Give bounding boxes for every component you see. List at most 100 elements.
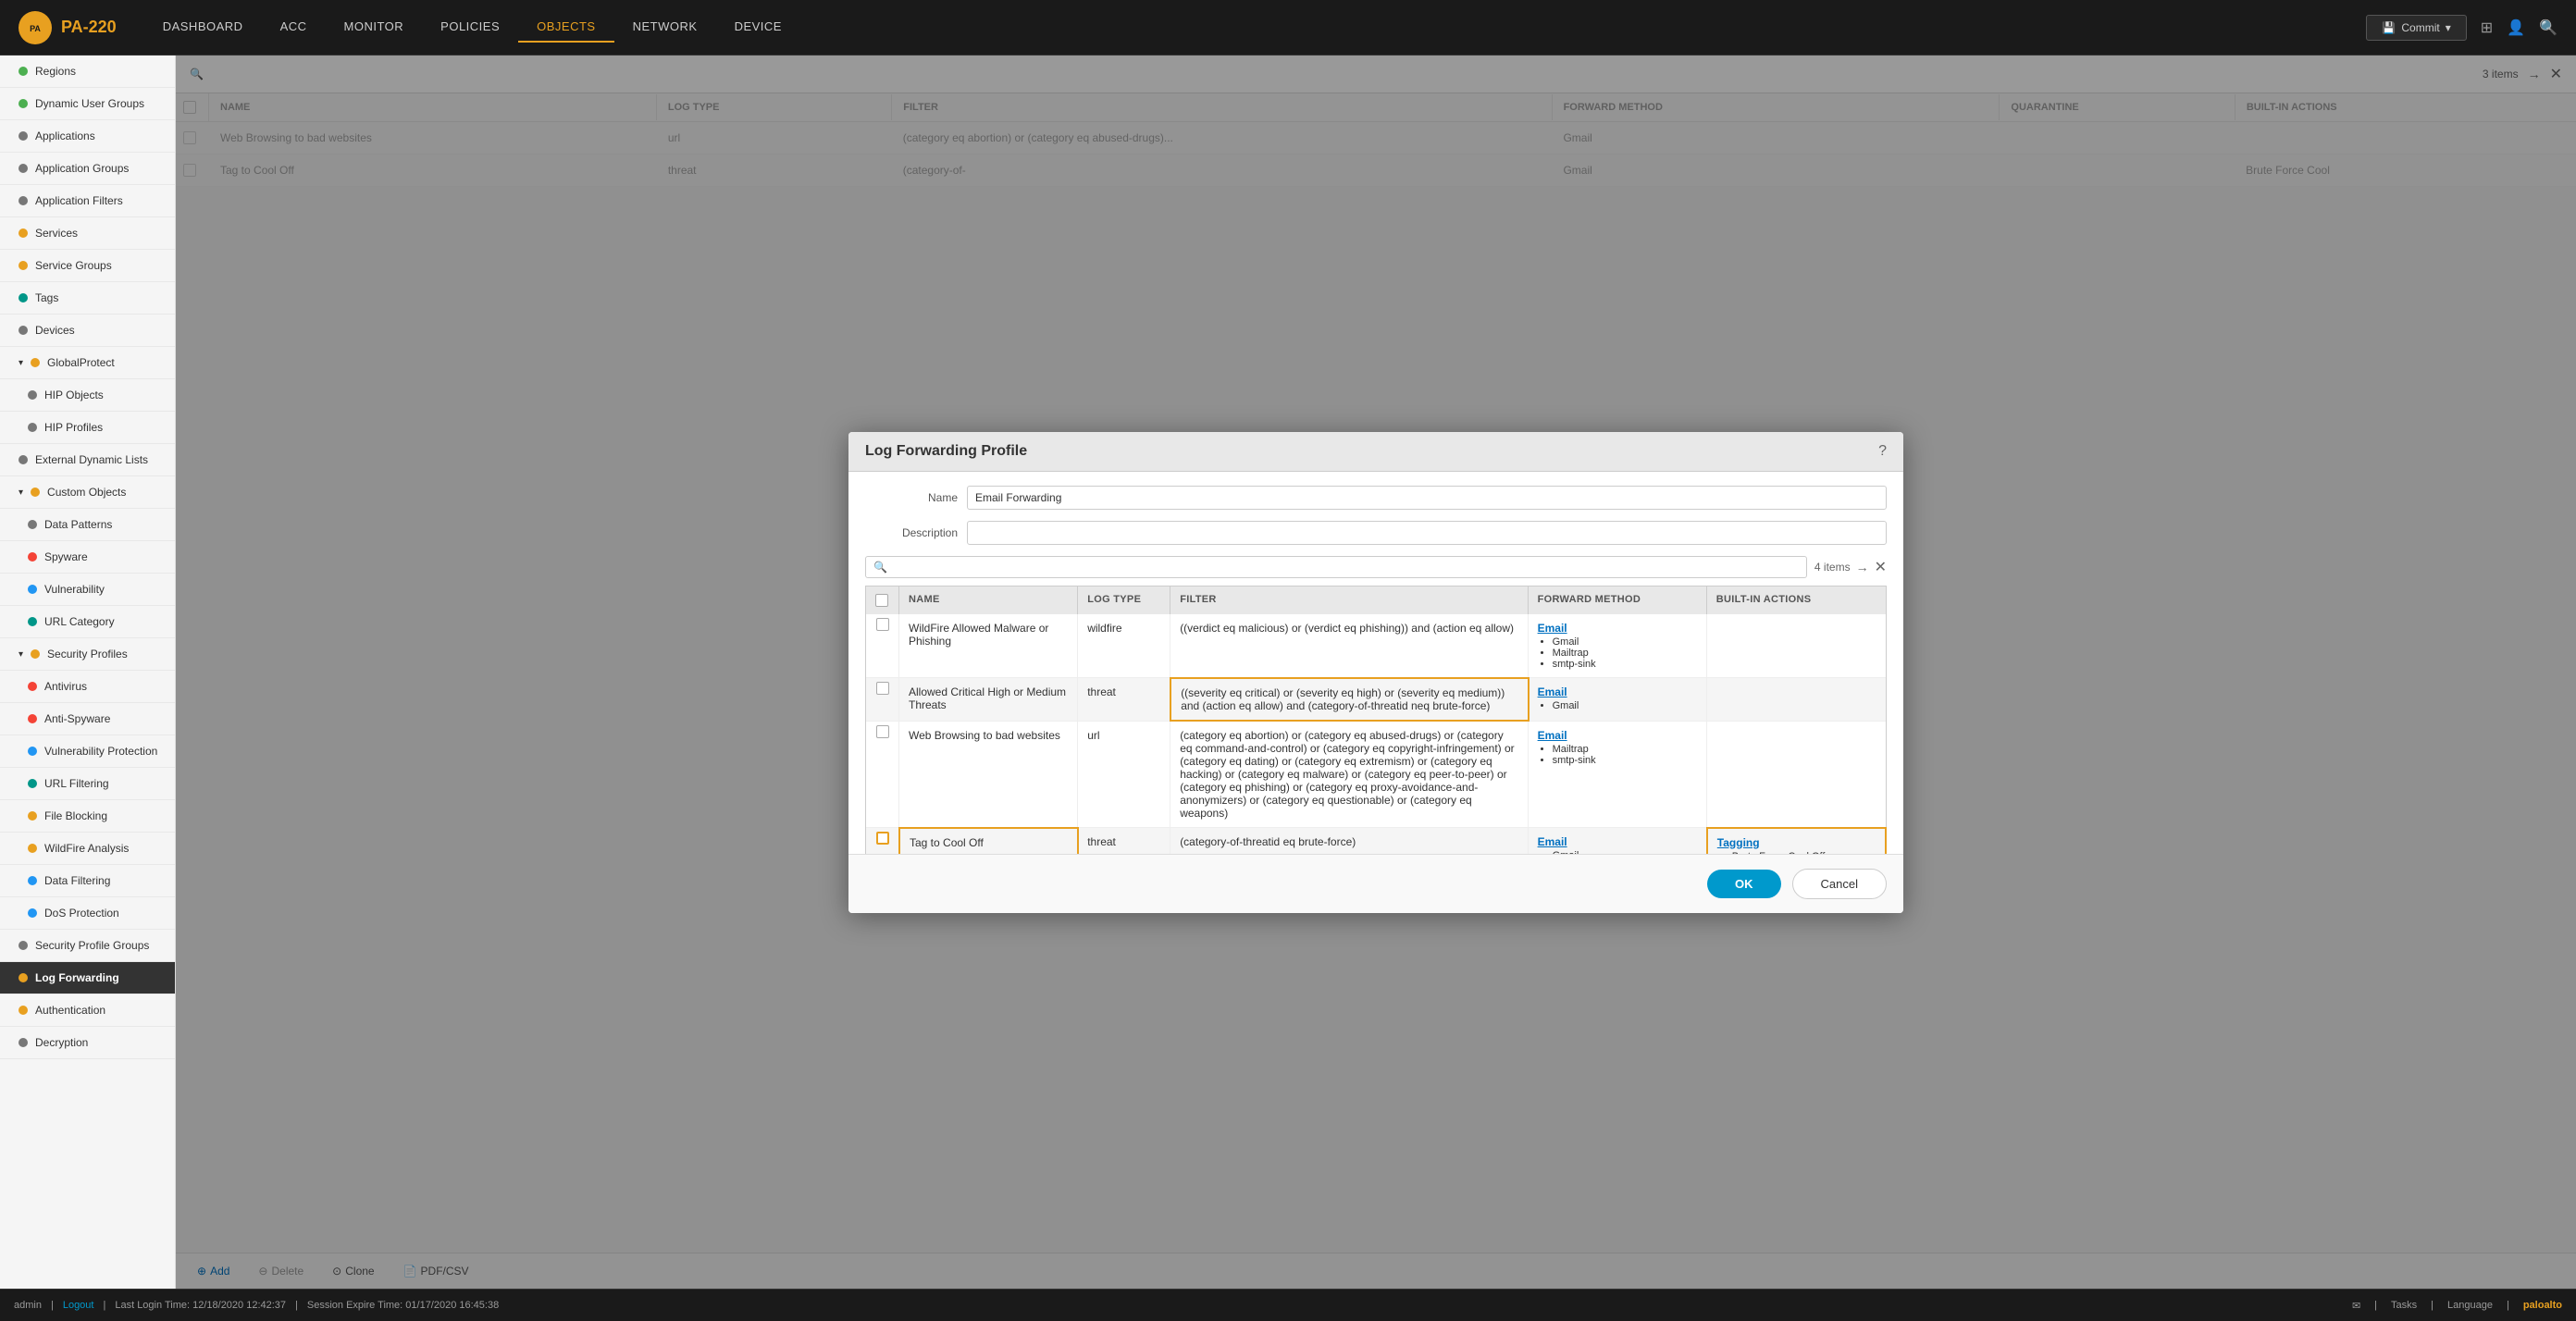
sidebar-item-dos-protection[interactable]: DoS Protection [0, 897, 175, 930]
row4-tagging-link[interactable]: Tagging [1717, 836, 1826, 849]
logo-icon: PA [19, 11, 52, 44]
name-input[interactable] [967, 486, 1887, 510]
sidebar-item-applications[interactable]: Applications [0, 120, 175, 153]
modal-footer: OK Cancel [848, 854, 1903, 913]
sidebar-item-vulnerability-protection[interactable]: Vulnerability Protection [0, 735, 175, 768]
sidebar-item-globalprotect[interactable]: ▾ GlobalProtect [0, 347, 175, 379]
sidebar-item-vulnerability[interactable]: Vulnerability [0, 574, 175, 606]
col-forward-method-header: FORWARD METHOD [1529, 586, 1707, 614]
row2-email-link[interactable]: Email [1538, 685, 1567, 698]
description-input[interactable] [967, 521, 1887, 545]
sidebar-item-service-groups[interactable]: Service Groups [0, 250, 175, 282]
col-builtin-actions-header: BUILT-IN ACTIONS [1707, 586, 1886, 614]
sidebar-item-anti-spyware[interactable]: Anti-Spyware [0, 703, 175, 735]
sidebar-item-devices[interactable]: Devices [0, 315, 175, 347]
row1-logtype-cell: wildfire [1078, 614, 1170, 677]
anti-spyware-icon [28, 714, 37, 723]
sidebar-item-log-forwarding[interactable]: Log Forwarding [0, 962, 175, 994]
name-row: Name [865, 486, 1887, 510]
table-row: Tag to Cool Off threat (category-of-thre… [866, 828, 1886, 854]
sidebar-item-data-filtering[interactable]: Data Filtering [0, 865, 175, 897]
sidebar-item-spyware[interactable]: Spyware [0, 541, 175, 574]
cancel-button[interactable]: Cancel [1792, 869, 1887, 899]
inner-close-icon[interactable]: ✕ [1875, 558, 1887, 576]
sidebar-item-regions[interactable]: Regions [0, 56, 175, 88]
sidebar-item-url-filtering[interactable]: URL Filtering [0, 768, 175, 800]
sidebar-item-external-dynamic-lists[interactable]: External Dynamic Lists [0, 444, 175, 476]
status-mail-icon[interactable]: ✉ [2352, 1300, 2360, 1312]
data-filtering-icon [28, 876, 37, 885]
commit-button[interactable]: 💾 Commit ▾ [2366, 15, 2466, 41]
nav-network[interactable]: NETWORK [614, 12, 716, 43]
table-row: Web Browsing to bad websites url (catego… [866, 722, 1886, 828]
row4-checkbox[interactable] [876, 832, 889, 845]
security-profiles-icon [31, 649, 40, 659]
hip-profiles-icon [28, 423, 37, 432]
row3-logtype-cell: url [1078, 722, 1170, 827]
row3-email-link[interactable]: Email [1538, 729, 1567, 742]
select-all-inner-checkbox[interactable] [875, 594, 888, 607]
description-label: Description [865, 526, 958, 539]
modal-help-icon[interactable]: ? [1878, 443, 1887, 460]
row3-checkbox[interactable] [876, 725, 889, 738]
commit-dropdown-icon: ▾ [2446, 21, 2451, 34]
sidebar-item-custom-objects[interactable]: ▾ Custom Objects [0, 476, 175, 509]
sidebar-item-antivirus[interactable]: Antivirus [0, 671, 175, 703]
status-session-expire: Session Expire Time: 01/17/2020 16:45:38 [307, 1300, 499, 1311]
sidebar-item-security-profile-groups[interactable]: Security Profile Groups [0, 930, 175, 962]
nav-monitor[interactable]: MONITOR [326, 12, 423, 43]
application-filters-icon [19, 196, 28, 205]
sidebar-item-url-category[interactable]: URL Category [0, 606, 175, 638]
nav-acc[interactable]: ACC [262, 12, 326, 43]
sidebar-item-dynamic-user-groups[interactable]: Dynamic User Groups [0, 88, 175, 120]
sidebar-item-data-patterns[interactable]: Data Patterns [0, 509, 175, 541]
sidebar-item-hip-objects[interactable]: HIP Objects [0, 379, 175, 412]
ok-button[interactable]: OK [1707, 870, 1781, 898]
row3-filter-cell: (category eq abortion) or (category eq a… [1170, 722, 1528, 827]
regions-icon [19, 67, 28, 76]
user-icon[interactable]: 👤 [2507, 19, 2525, 37]
row1-actions-cell [1707, 614, 1886, 677]
sidebar-item-hip-profiles[interactable]: HIP Profiles [0, 412, 175, 444]
sidebar: Regions Dynamic User Groups Applications… [0, 56, 176, 1289]
globalprotect-expand-icon: ▾ [19, 358, 23, 368]
name-label: Name [865, 491, 958, 504]
row1-email-link[interactable]: Email [1538, 622, 1567, 635]
inner-nav-icon[interactable]: → [1856, 560, 1869, 574]
save-icon[interactable]: ⊞ [2481, 19, 2493, 37]
row2-checkbox[interactable] [876, 682, 889, 695]
sidebar-item-tags[interactable]: Tags [0, 282, 175, 315]
status-logout[interactable]: Logout [63, 1300, 94, 1311]
search-icon[interactable]: 🔍 [2539, 19, 2557, 37]
status-tasks[interactable]: Tasks [2391, 1300, 2417, 1311]
sidebar-item-application-filters[interactable]: Application Filters [0, 185, 175, 217]
nav-dashboard[interactable]: DASHBOARD [144, 12, 262, 43]
row3-fw-item-2: smtp-sink [1553, 755, 1596, 766]
wildfire-analysis-icon [28, 844, 37, 853]
sidebar-item-file-blocking[interactable]: File Blocking [0, 800, 175, 833]
hip-objects-icon [28, 390, 37, 400]
sidebar-item-authentication[interactable]: Authentication [0, 994, 175, 1027]
modal-body: Name Description 🔍 [848, 472, 1903, 854]
sidebar-item-application-groups[interactable]: Application Groups [0, 153, 175, 185]
sidebar-item-decryption[interactable]: Decryption [0, 1027, 175, 1059]
custom-objects-icon [31, 488, 40, 497]
row3-forward-cell: Email Mailtrap smtp-sink [1529, 722, 1707, 827]
sidebar-item-security-profiles[interactable]: ▾ Security Profiles [0, 638, 175, 671]
row4-email-link[interactable]: Email [1538, 835, 1567, 848]
nav-device[interactable]: DEVICE [716, 12, 800, 43]
sidebar-item-services[interactable]: Services [0, 217, 175, 250]
sidebar-item-wildfire-analysis[interactable]: WildFire Analysis [0, 833, 175, 865]
items-indicator: 4 items → ✕ [1814, 558, 1887, 576]
row4-actions-cell: Tagging Brute Force Cool Off [1706, 827, 1887, 854]
log-forwarding-icon [19, 973, 28, 982]
row3-actions-cell [1707, 722, 1886, 827]
table-row: Allowed Critical High or Medium Threats … [866, 678, 1886, 722]
inner-search-input[interactable] [893, 561, 1799, 574]
nav-policies[interactable]: POLICIES [422, 12, 518, 43]
data-patterns-icon [28, 520, 37, 529]
row1-checkbox[interactable] [876, 618, 889, 631]
nav-objects[interactable]: OBJECTS [518, 12, 613, 43]
row3-name-cell: Web Browsing to bad websites [899, 722, 1078, 827]
status-language[interactable]: Language [2447, 1300, 2493, 1311]
